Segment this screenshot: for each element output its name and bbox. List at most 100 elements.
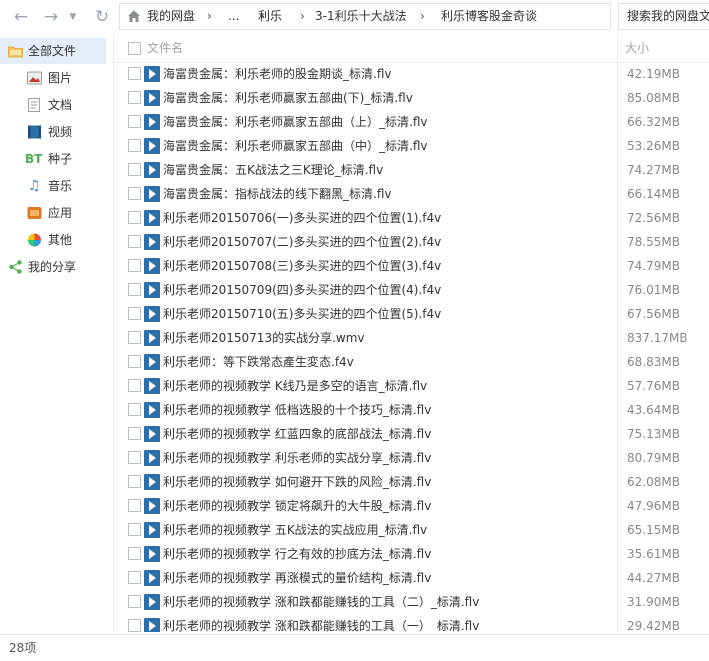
- table-row[interactable]: 利乐老师的视频教学 K线乃是多空的语言_标清.flv 57.76MB: [114, 374, 709, 398]
- row-checkbox[interactable]: [128, 115, 141, 128]
- table-row[interactable]: 利乐老师：等下跌常态產生変态.f4v 68.83MB: [114, 350, 709, 374]
- table-row[interactable]: 利乐老师20150706(一)多头买进的四个位置(1).f4v 72.56MB: [114, 206, 709, 230]
- file-name[interactable]: 利乐老师的视频教学 如何避开下跌的风险_标清.flv: [163, 470, 431, 494]
- sidebar-item-documents[interactable]: 文档: [0, 92, 113, 118]
- breadcrumb-item[interactable]: ...: [228, 4, 239, 29]
- file-name[interactable]: 利乐老师20150706(一)多头买进的四个位置(1).f4v: [163, 206, 441, 230]
- row-checkbox[interactable]: [128, 451, 141, 464]
- breadcrumb-item[interactable]: 我的网盘: [147, 4, 195, 29]
- file-name[interactable]: 利乐老师：等下跌常态產生変态.f4v: [163, 350, 354, 374]
- row-checkbox[interactable]: [128, 283, 141, 296]
- file-name[interactable]: 利乐老师的视频教学 低档选股的十个技巧_标清.flv: [163, 398, 431, 422]
- file-name[interactable]: 利乐老师的视频教学 涨和跌都能赚钱的工具（一）_标清.flv: [163, 614, 479, 632]
- row-checkbox[interactable]: [128, 139, 141, 152]
- sidebar-item-music[interactable]: ♫ 音乐: [0, 173, 113, 199]
- sidebar-item-videos[interactable]: 视频: [0, 119, 113, 145]
- table-row[interactable]: 利乐老师的视频教学 涨和跌都能赚钱的工具（二）_标清.flv 31.90MB: [114, 590, 709, 614]
- row-checkbox[interactable]: [128, 331, 141, 344]
- row-checkbox[interactable]: [128, 235, 141, 248]
- file-name[interactable]: 海富贵金属：指标战法的线下翻黑_标清.flv: [163, 182, 391, 206]
- file-name[interactable]: 利乐老师的视频教学 锁定将飙升的大牛股_标清.flv: [163, 494, 431, 518]
- file-name[interactable]: 海富贵金属：五K战法之三K理论_标清.flv: [163, 158, 383, 182]
- column-header-size[interactable]: 大小: [625, 34, 649, 62]
- row-checkbox[interactable]: [128, 619, 141, 632]
- row-checkbox[interactable]: [128, 67, 141, 80]
- file-name[interactable]: 利乐老师的视频教学 K线乃是多空的语言_标清.flv: [163, 374, 427, 398]
- row-checkbox[interactable]: [128, 547, 141, 560]
- file-name[interactable]: 利乐老师20150710(五)多头买进的四个位置(5).f4v: [163, 302, 441, 326]
- file-name[interactable]: 利乐老师20150707(二)多头买进的四个位置(2).f4v: [163, 230, 441, 254]
- table-row[interactable]: 海富贵金属：利乐老师赢家五部曲（中）_标清.flv 53.26MB: [114, 134, 709, 158]
- forward-arrow-icon[interactable]: →: [41, 7, 61, 27]
- table-row[interactable]: 利乐老师的视频教学 锁定将飙升的大牛股_标清.flv 47.96MB: [114, 494, 709, 518]
- file-name[interactable]: 利乐老师的视频教学 红蓝四象的底部战法_标清.flv: [163, 422, 431, 446]
- search-input[interactable]: 搜索我的网盘文件: [618, 3, 709, 30]
- row-checkbox[interactable]: [128, 307, 141, 320]
- row-checkbox[interactable]: [128, 523, 141, 536]
- file-name[interactable]: 利乐老师20150709(四)多头买进的四个位置(4).f4v: [163, 278, 441, 302]
- home-icon[interactable]: [127, 9, 141, 23]
- file-name[interactable]: 海富贵金属：利乐老师赢家五部曲（中）_标清.flv: [163, 134, 427, 158]
- row-checkbox[interactable]: [128, 403, 141, 416]
- row-checkbox[interactable]: [128, 211, 141, 224]
- file-name[interactable]: 海富贵金属：利乐老师的股金期谈_标清.flv: [163, 62, 391, 86]
- table-row[interactable]: 利乐老师的视频教学 行之有效的抄底方法_标清.flv 35.61MB: [114, 542, 709, 566]
- row-checkbox[interactable]: [128, 163, 141, 176]
- table-row[interactable]: 海富贵金属：利乐老师的股金期谈_标清.flv 42.19MB: [114, 62, 709, 86]
- back-arrow-icon[interactable]: ←: [11, 7, 31, 27]
- row-checkbox[interactable]: [128, 379, 141, 392]
- table-row[interactable]: 海富贵金属：利乐老师赢家五部曲(下)_标清.flv 85.08MB: [114, 86, 709, 110]
- table-row[interactable]: 利乐老师的视频教学 如何避开下跌的风险_标清.flv 62.08MB: [114, 470, 709, 494]
- file-size: 62.08MB: [627, 475, 680, 489]
- row-checkbox[interactable]: [128, 499, 141, 512]
- video-file-icon: [144, 138, 160, 154]
- select-all-checkbox[interactable]: [128, 42, 141, 55]
- row-checkbox[interactable]: [128, 475, 141, 488]
- table-row[interactable]: 利乐老师的视频教学 利乐老师的实战分享_标清.flv 80.79MB: [114, 446, 709, 470]
- file-size: 85.08MB: [627, 91, 680, 105]
- file-name[interactable]: 利乐老师的视频教学 再涨模式的量价结构_标清.flv: [163, 566, 431, 590]
- table-row[interactable]: 利乐老师20150709(四)多头买进的四个位置(4).f4v 76.01MB: [114, 278, 709, 302]
- sidebar-item-apps[interactable]: 应用: [0, 200, 113, 226]
- table-row[interactable]: 海富贵金属：五K战法之三K理论_标清.flv 74.27MB: [114, 158, 709, 182]
- sidebar-item-all-files[interactable]: 全部文件: [0, 38, 106, 64]
- table-row[interactable]: 利乐老师的视频教学 五K战法的实战应用_标清.flv 65.15MB: [114, 518, 709, 542]
- file-name[interactable]: 利乐老师的视频教学 五K战法的实战应用_标清.flv: [163, 518, 427, 542]
- sidebar-item-torrents[interactable]: BT 种子: [0, 146, 113, 172]
- history-dropdown-icon[interactable]: ▼: [67, 7, 79, 27]
- table-row[interactable]: 海富贵金属：指标战法的线下翻黑_标清.flv 66.14MB: [114, 182, 709, 206]
- breadcrumb-item[interactable]: 3-1利乐十大战法: [315, 4, 407, 29]
- table-row[interactable]: 利乐老师的视频教学 低档选股的十个技巧_标清.flv 43.64MB: [114, 398, 709, 422]
- sidebar-item-my-shares[interactable]: 我的分享: [0, 254, 113, 280]
- table-row[interactable]: 利乐老师的视频教学 再涨模式的量价结构_标清.flv 44.27MB: [114, 566, 709, 590]
- file-name[interactable]: 利乐老师20150713的实战分享.wmv: [163, 326, 365, 350]
- file-name[interactable]: 利乐老师20150708(三)多头买进的四个位置(3).f4v: [163, 254, 441, 278]
- row-checkbox[interactable]: [128, 427, 141, 440]
- row-checkbox[interactable]: [128, 595, 141, 608]
- file-name[interactable]: 海富贵金属：利乐老师赢家五部曲(下)_标清.flv: [163, 86, 413, 110]
- table-row[interactable]: 利乐老师20150713的实战分享.wmv 837.17MB: [114, 326, 709, 350]
- file-name[interactable]: 海富贵金属：利乐老师赢家五部曲（上）_标清.flv: [163, 110, 427, 134]
- table-row[interactable]: 海富贵金属：利乐老师赢家五部曲（上）_标清.flv 66.32MB: [114, 110, 709, 134]
- sidebar-item-images[interactable]: 图片: [0, 65, 113, 91]
- file-name[interactable]: 利乐老师的视频教学 利乐老师的实战分享_标清.flv: [163, 446, 431, 470]
- row-checkbox[interactable]: [128, 91, 141, 104]
- row-checkbox[interactable]: [128, 355, 141, 368]
- row-checkbox[interactable]: [128, 187, 141, 200]
- table-row[interactable]: 利乐老师20150708(三)多头买进的四个位置(3).f4v 74.79MB: [114, 254, 709, 278]
- sidebar-item-label: 文档: [48, 98, 73, 112]
- file-name[interactable]: 利乐老师的视频教学 涨和跌都能赚钱的工具（二）_标清.flv: [163, 590, 479, 614]
- row-checkbox[interactable]: [128, 571, 141, 584]
- table-row[interactable]: 利乐老师的视频教学 红蓝四象的底部战法_标清.flv 75.13MB: [114, 422, 709, 446]
- breadcrumb-item-current[interactable]: 利乐博客股金奇谈: [441, 4, 537, 29]
- refresh-icon[interactable]: ↻: [92, 7, 112, 27]
- column-header-name[interactable]: 文件名: [147, 34, 183, 62]
- file-name[interactable]: 利乐老师的视频教学 行之有效的抄底方法_标清.flv: [163, 542, 431, 566]
- table-row[interactable]: 利乐老师20150710(五)多头买进的四个位置(5).f4v 67.56MB: [114, 302, 709, 326]
- sidebar-item-other[interactable]: 其他: [0, 227, 113, 253]
- table-row[interactable]: 利乐老师的视频教学 涨和跌都能赚钱的工具（一）_标清.flv 29.42MB: [114, 614, 709, 632]
- table-row[interactable]: 利乐老师20150707(二)多头买进的四个位置(2).f4v 78.55MB: [114, 230, 709, 254]
- row-checkbox[interactable]: [128, 259, 141, 272]
- breadcrumb-item[interactable]: 利乐: [258, 4, 282, 29]
- column-divider[interactable]: [617, 34, 618, 62]
